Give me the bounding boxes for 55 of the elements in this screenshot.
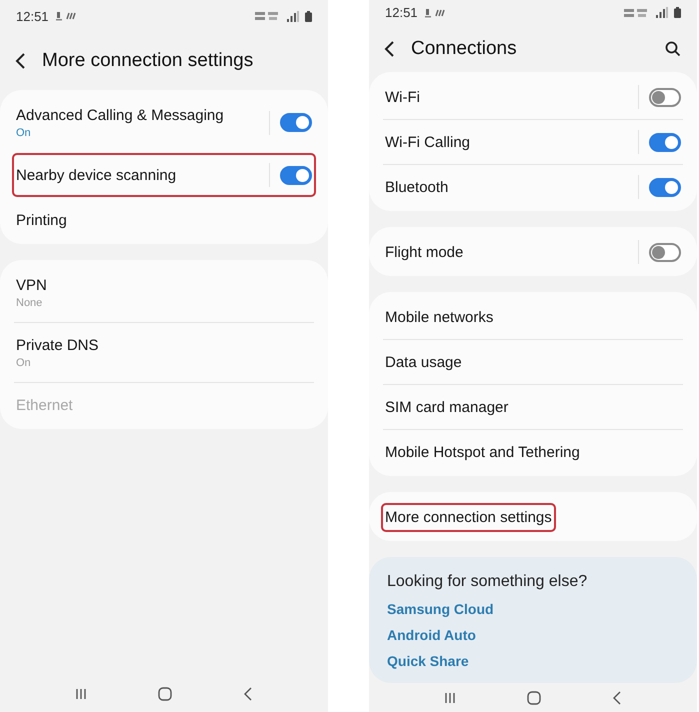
- status-time: 12:51: [385, 5, 418, 20]
- search-button[interactable]: [663, 38, 683, 59]
- setting-label: Ethernet: [16, 396, 74, 414]
- toggle-switch[interactable]: [649, 178, 681, 197]
- home-button[interactable]: [524, 688, 543, 707]
- toggle-switch[interactable]: [649, 132, 681, 152]
- setting-label: Wi-Fi Calling: [385, 134, 472, 151]
- setting-row[interactable]: Mobile Hotspot and Tethering: [381, 430, 685, 474]
- setting-subtitle: On: [16, 126, 32, 138]
- setting-row[interactable]: VPN None: [12, 263, 316, 322]
- screen-title: More connection settings: [42, 50, 254, 72]
- setting-row[interactable]: Private DNS On: [12, 323, 316, 382]
- highlighted-setting-row[interactable]: More connection settings: [381, 502, 556, 532]
- setting-row[interactable]: Wi-Fi: [381, 75, 685, 120]
- setting-row[interactable]: Bluetooth: [381, 165, 685, 210]
- setting-label: Data usage: [385, 354, 463, 371]
- suggestion-link[interactable]: Quick Share: [369, 653, 697, 680]
- setting-label: SIM card manager: [385, 398, 510, 416]
- setting-row[interactable]: Wi-Fi Calling: [381, 120, 685, 164]
- setting-label: Flight mode: [385, 244, 464, 261]
- suggestions-title: Looking for something else?: [386, 572, 588, 592]
- signal-icon: [656, 7, 668, 18]
- setting-row[interactable]: Mobile networks: [381, 295, 685, 340]
- signal-icon: [287, 10, 299, 22]
- battery-icon: [305, 10, 312, 22]
- toggle-switch[interactable]: [649, 88, 681, 107]
- toggle-switch[interactable]: [649, 242, 681, 262]
- setting-label: Bluetooth: [385, 178, 450, 196]
- setting-label: More connection settings: [385, 508, 552, 526]
- setting-row[interactable]: SIM card manager: [381, 385, 685, 430]
- setting-label: Wi-Fi: [385, 88, 421, 106]
- setting-subtitle: On: [16, 356, 32, 368]
- battery-icon: [674, 7, 681, 18]
- setting-subtitle: None: [16, 296, 44, 308]
- setting-label: Mobile networks: [385, 308, 494, 326]
- setting-label: Advanced Calling & Messaging: [16, 106, 225, 124]
- setting-row[interactable]: Flight mode: [381, 230, 685, 274]
- setting-row[interactable]: Advanced Calling & Messaging On: [12, 93, 316, 152]
- screen-title: Connections: [411, 38, 518, 60]
- toggle-switch[interactable]: [280, 113, 312, 132]
- volte-icon: [624, 8, 650, 18]
- setting-label: VPN: [16, 276, 48, 294]
- setting-row[interactable]: Printing: [12, 198, 316, 242]
- suggestion-link[interactable]: Android Auto: [369, 627, 697, 654]
- suggestion-link[interactable]: Samsung Cloud: [369, 601, 697, 628]
- setting-row[interactable]: Data usage: [381, 340, 685, 384]
- volte-icon: [255, 11, 281, 21]
- highlighted-setting-row[interactable]: Nearby device scanning: [12, 153, 316, 197]
- setting-label: Nearby device scanning: [16, 166, 178, 184]
- toggle-switch[interactable]: [280, 166, 312, 184]
- home-button[interactable]: [156, 685, 174, 703]
- setting-label: Private DNS: [16, 336, 100, 354]
- setting-label: Mobile Hotspot and Tethering: [385, 444, 581, 461]
- status-time: 12:51: [16, 8, 49, 24]
- setting-label: Printing: [16, 212, 68, 228]
